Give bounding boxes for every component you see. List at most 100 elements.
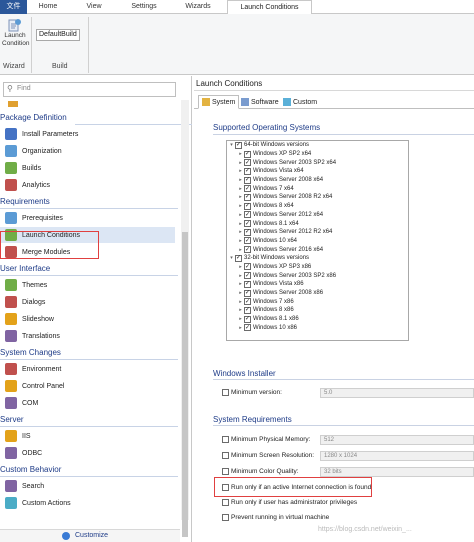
- os-item-checkbox[interactable]: ✓: [244, 202, 251, 210]
- os-item-row[interactable]: ▸ ✓ Windows Server 2012 R2 x64: [227, 228, 408, 237]
- os-item-row[interactable]: ▸ ✓ Windows Vista x86: [227, 280, 408, 289]
- sidebar-item[interactable]: Prerequisites: [5, 210, 180, 226]
- os-item-checkbox[interactable]: ✓: [244, 220, 251, 228]
- expand-caret-icon[interactable]: ▸: [237, 264, 244, 270]
- os-item-checkbox[interactable]: ✓: [244, 298, 251, 306]
- os-item-row[interactable]: ▸ ✓ Windows XP SP2 x64: [227, 150, 408, 159]
- expand-caret-icon[interactable]: ▸: [237, 238, 244, 244]
- os-tree[interactable]: ▾ ✓ 64-bit Windows versions ▸ ✓ Windows XP SP…: [226, 140, 409, 341]
- os-item-row[interactable]: ▸ ✓ Windows Server 2016 x64: [227, 245, 408, 254]
- collapse-caret-icon[interactable]: ▾: [228, 255, 235, 261]
- expand-caret-icon[interactable]: ▸: [237, 299, 244, 305]
- os-item-row[interactable]: ▸ ✓ Windows 10 x64: [227, 237, 408, 246]
- os-item-row[interactable]: ▸ ✓ Windows Vista x64: [227, 167, 408, 176]
- tab-launch-conditions[interactable]: Launch Conditions: [227, 0, 312, 15]
- nav-category[interactable]: Package Definition: [0, 113, 67, 122]
- sidebar-item[interactable]: Slideshow: [5, 311, 180, 327]
- tab-system[interactable]: System: [198, 95, 240, 109]
- os-item-checkbox[interactable]: ✓: [244, 185, 251, 193]
- expand-caret-icon[interactable]: ▸: [237, 247, 244, 253]
- expand-caret-icon[interactable]: ▸: [237, 194, 244, 200]
- vm-checkbox[interactable]: [222, 514, 229, 521]
- os-item-checkbox[interactable]: ✓: [244, 272, 251, 280]
- launch-condition-button[interactable]: Launch Condition: [2, 17, 29, 57]
- os-group-row[interactable]: ▾ ✓ 32-bit Windows versions: [227, 254, 408, 263]
- resolution-select[interactable]: 1280 x 1024: [320, 451, 474, 461]
- os-item-row[interactable]: ▸ ✓ Windows Server 2008 R2 x64: [227, 193, 408, 202]
- os-item-row[interactable]: ▸ ✓ Windows 8.1 x86: [227, 315, 408, 324]
- os-item-checkbox[interactable]: ✓: [244, 263, 251, 271]
- sidebar-item[interactable]: Analytics: [5, 177, 180, 193]
- expand-caret-icon[interactable]: ▸: [237, 221, 244, 227]
- nav-category[interactable]: User Interface: [0, 264, 50, 273]
- expand-caret-icon[interactable]: ▸: [237, 281, 244, 287]
- customize-button[interactable]: Customize: [0, 529, 180, 542]
- tab-home[interactable]: Home: [32, 0, 64, 14]
- os-item-row[interactable]: ▸ ✓ Windows XP SP3 x86: [227, 263, 408, 272]
- build-combo[interactable]: DefaultBuild: [36, 29, 80, 41]
- os-item-checkbox[interactable]: ✓: [244, 176, 251, 184]
- min-version-checkbox[interactable]: [222, 389, 229, 396]
- os-group-checkbox[interactable]: ✓: [235, 254, 242, 262]
- os-item-row[interactable]: ▸ ✓ Windows 8 x64: [227, 202, 408, 211]
- os-item-checkbox[interactable]: ✓: [244, 211, 251, 219]
- tab-file[interactable]: 文件: [0, 0, 27, 14]
- os-item-row[interactable]: ▸ ✓ Windows Server 2003 SP2 x64: [227, 158, 408, 167]
- expand-caret-icon[interactable]: ▸: [237, 316, 244, 322]
- memory-checkbox[interactable]: [222, 436, 229, 443]
- os-item-checkbox[interactable]: ✓: [244, 315, 251, 323]
- os-item-checkbox[interactable]: ✓: [244, 324, 251, 332]
- os-item-checkbox[interactable]: ✓: [244, 167, 251, 175]
- expand-caret-icon[interactable]: ▸: [237, 325, 244, 331]
- os-item-row[interactable]: ▸ ✓ Windows Server 2012 x64: [227, 211, 408, 220]
- sidebar-item[interactable]: Environment: [5, 361, 180, 377]
- os-group-row[interactable]: ▾ ✓ 64-bit Windows versions: [227, 141, 408, 150]
- os-item-checkbox[interactable]: ✓: [244, 228, 251, 236]
- resolution-checkbox[interactable]: [222, 452, 229, 459]
- expand-caret-icon[interactable]: ▸: [237, 151, 244, 157]
- memory-field[interactable]: 512: [320, 435, 474, 445]
- os-item-checkbox[interactable]: ✓: [244, 306, 251, 314]
- expand-caret-icon[interactable]: ▸: [237, 273, 244, 279]
- os-item-checkbox[interactable]: ✓: [244, 237, 251, 245]
- os-item-row[interactable]: ▸ ✓ Windows 8.1 x64: [227, 219, 408, 228]
- os-item-checkbox[interactable]: ✓: [244, 193, 251, 201]
- nav-category[interactable]: System Changes: [0, 348, 61, 357]
- expand-caret-icon[interactable]: ▸: [237, 212, 244, 218]
- sidebar-item[interactable]: Install Parameters: [5, 126, 180, 142]
- os-item-checkbox[interactable]: ✓: [244, 150, 251, 158]
- tab-software[interactable]: Software: [238, 95, 282, 109]
- expand-caret-icon[interactable]: ▸: [237, 168, 244, 174]
- expand-caret-icon[interactable]: ▸: [237, 186, 244, 192]
- nav-category[interactable]: Custom Behavior: [0, 465, 61, 474]
- os-item-row[interactable]: ▸ ✓ Windows Server 2008 x64: [227, 176, 408, 185]
- sidebar-item[interactable]: Organization: [5, 143, 180, 159]
- sidebar-item[interactable]: IIS: [5, 428, 180, 444]
- tab-settings[interactable]: Settings: [126, 0, 162, 14]
- os-item-row[interactable]: ▸ ✓ Windows 10 x86: [227, 323, 408, 332]
- sidebar-item[interactable]: Custom Actions: [5, 495, 180, 511]
- sidebar-item[interactable]: COM: [5, 395, 180, 411]
- sidebar-item[interactable]: Dialogs: [5, 294, 180, 310]
- os-item-row[interactable]: ▸ ✓ Windows Server 2003 SP2 x86: [227, 271, 408, 280]
- os-item-row[interactable]: ▸ ✓ Windows 7 x86: [227, 297, 408, 306]
- expand-caret-icon[interactable]: ▸: [237, 229, 244, 235]
- color-checkbox[interactable]: [222, 468, 229, 475]
- os-item-checkbox[interactable]: ✓: [244, 246, 251, 254]
- sidebar-item[interactable]: ODBC: [5, 445, 180, 461]
- expand-caret-icon[interactable]: ▸: [237, 307, 244, 313]
- os-item-checkbox[interactable]: ✓: [244, 280, 251, 288]
- sidebar-item[interactable]: Search: [5, 478, 180, 494]
- sidebar-item[interactable]: Translations: [5, 328, 180, 344]
- nav-category[interactable]: Server: [0, 415, 24, 424]
- os-item-row[interactable]: ▸ ✓ Windows Server 2008 x86: [227, 289, 408, 298]
- min-version-field[interactable]: 5.0: [320, 388, 474, 398]
- tab-view[interactable]: View: [78, 0, 110, 14]
- nav-scrollbar-thumb[interactable]: [182, 232, 188, 537]
- nav-category[interactable]: Requirements: [0, 197, 50, 206]
- os-group-checkbox[interactable]: ✓: [235, 141, 242, 149]
- os-item-checkbox[interactable]: ✓: [244, 289, 251, 297]
- expand-caret-icon[interactable]: ▸: [237, 160, 244, 166]
- sidebar-item[interactable]: Builds: [5, 160, 180, 176]
- admin-checkbox[interactable]: [222, 499, 229, 506]
